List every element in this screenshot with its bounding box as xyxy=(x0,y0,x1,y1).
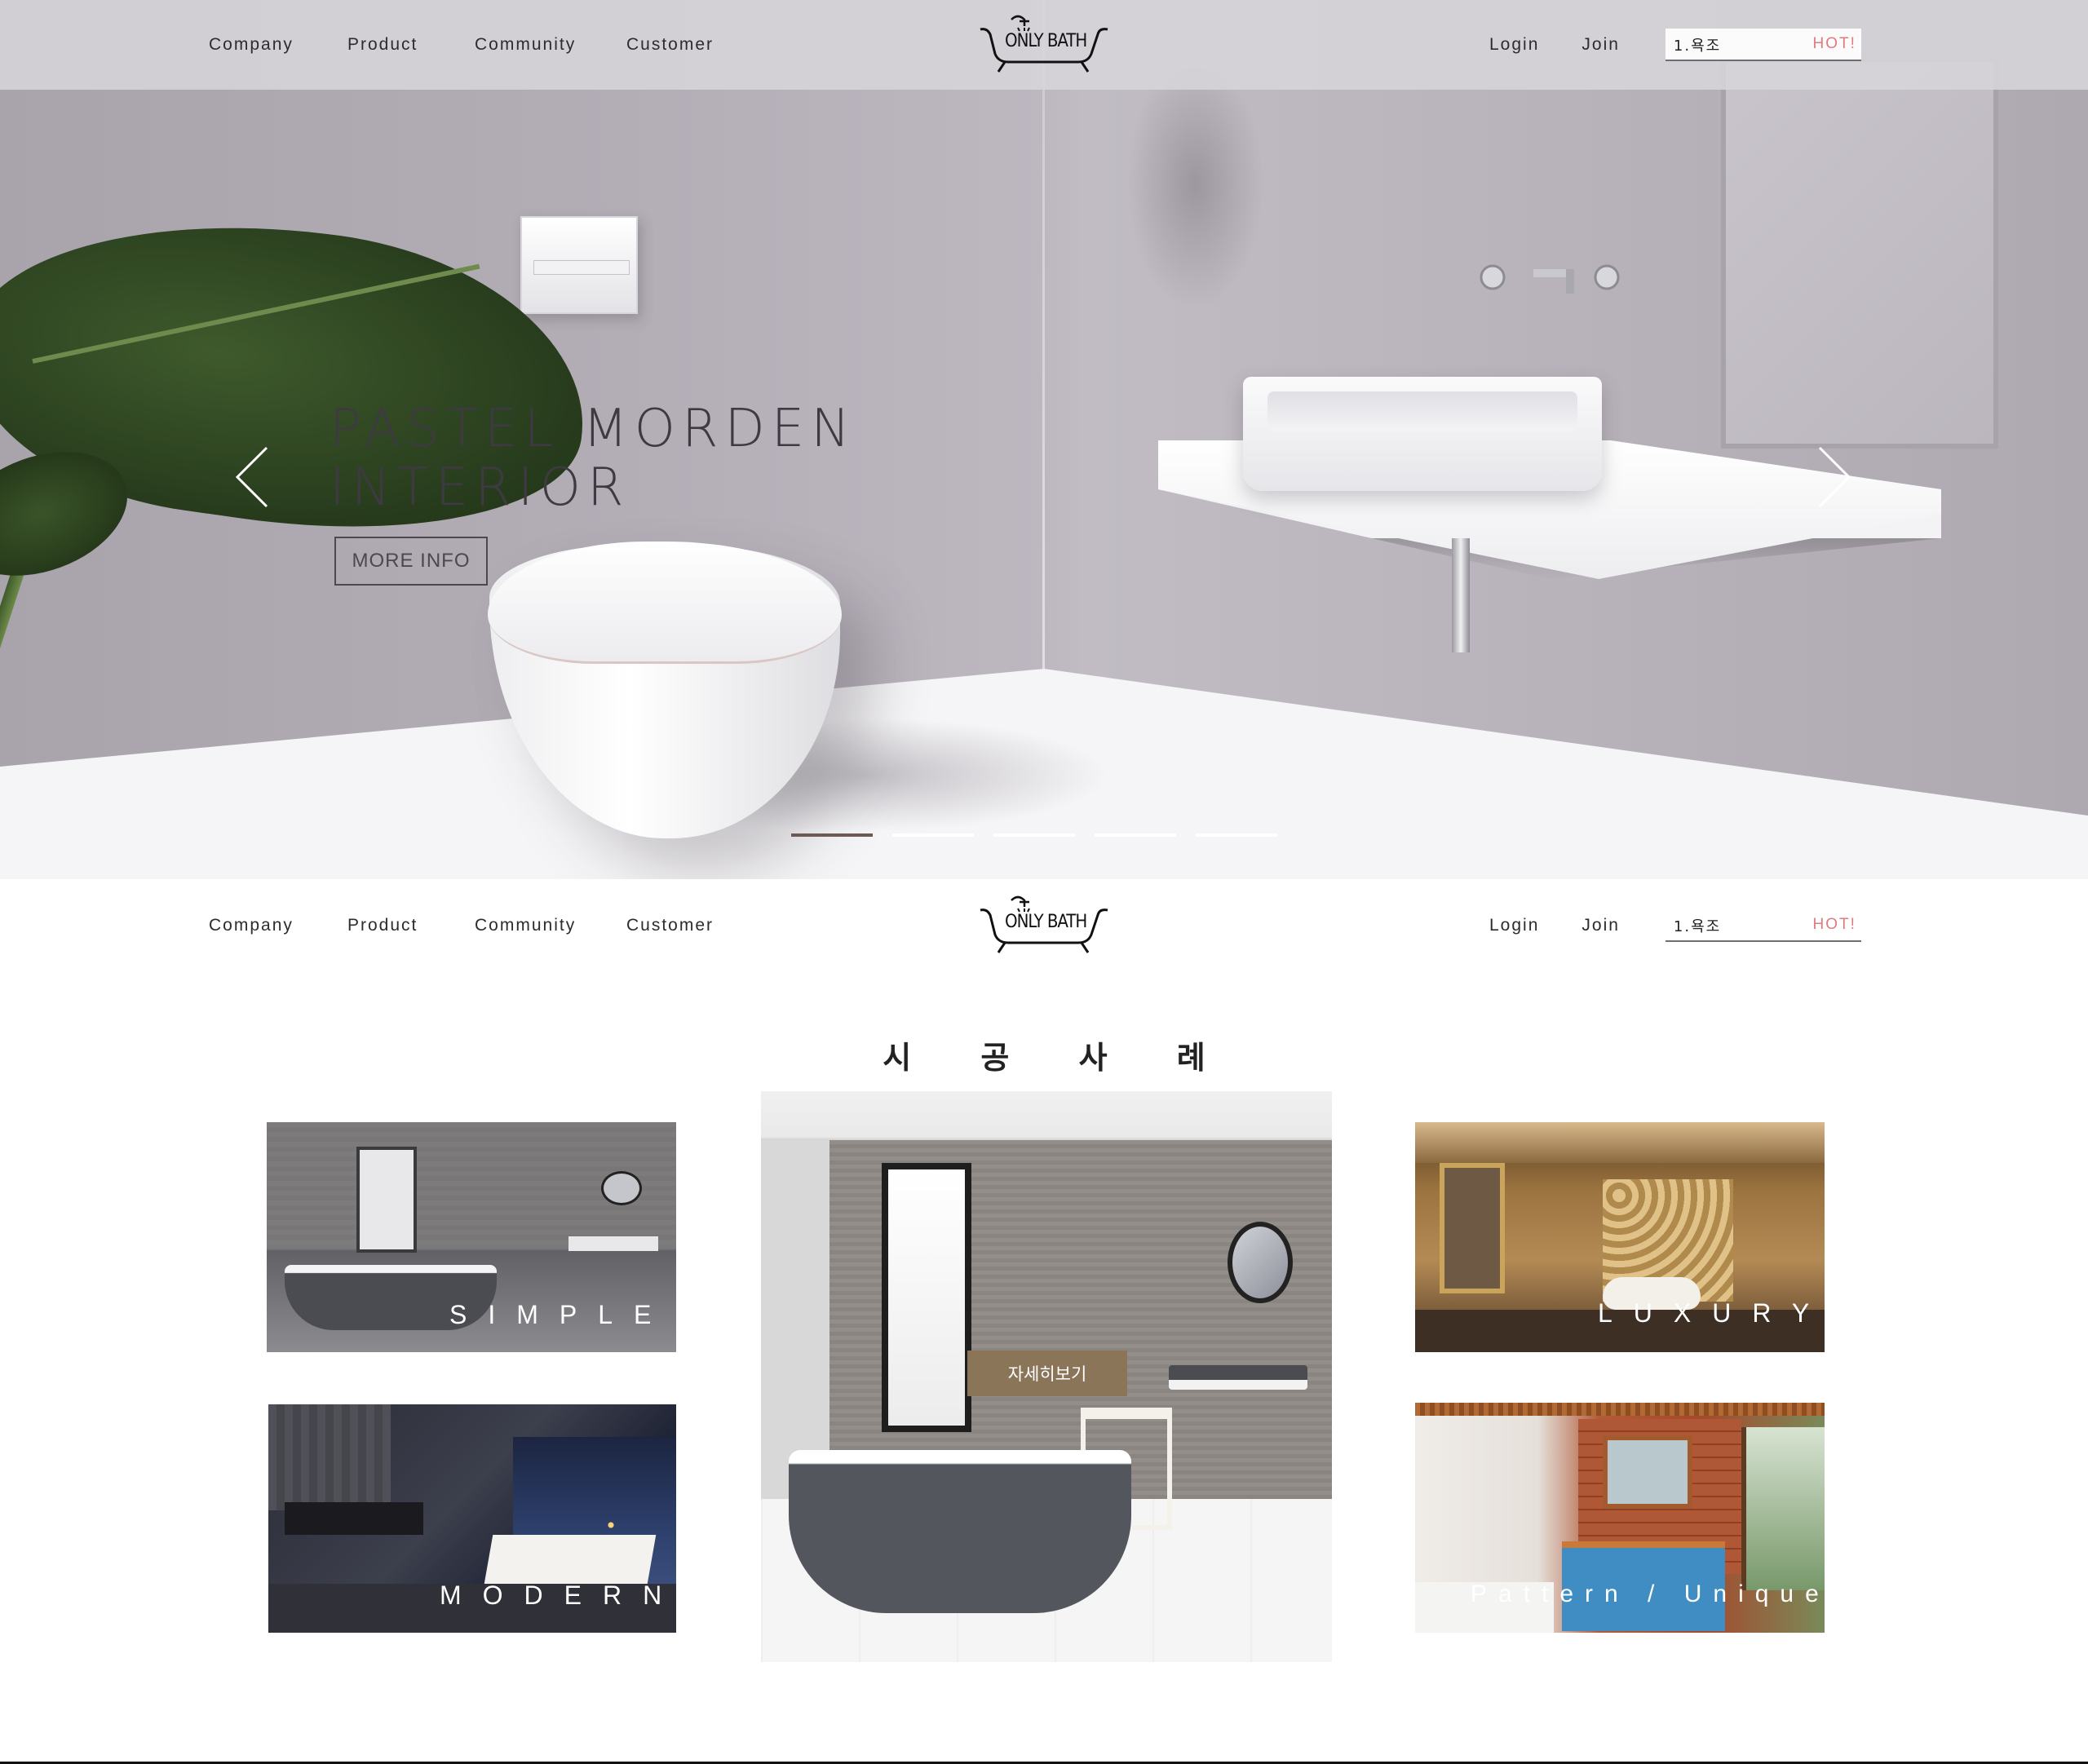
menu-company[interactable]: Company xyxy=(209,35,299,55)
menu-company[interactable]: Company xyxy=(209,916,299,935)
hero-shadow xyxy=(1126,57,1264,310)
card-mirror xyxy=(1228,1222,1293,1303)
hero-wall-corner xyxy=(1042,0,1045,669)
search-box[interactable]: HOT! xyxy=(1665,29,1861,61)
hero-headline: PASTEL MORDEN INTERIOR xyxy=(330,400,917,517)
main-menu: Company Product Community Customer xyxy=(209,0,763,90)
hero-headline-line2: INTERIOR xyxy=(330,458,630,518)
slider-dot-5[interactable] xyxy=(1196,833,1277,837)
menu-customer[interactable]: Customer xyxy=(626,35,714,55)
login-link[interactable]: Login xyxy=(1489,916,1539,935)
top-nav-plain: Company Product Community Customer ONLY … xyxy=(0,881,2088,970)
card-bathtub xyxy=(789,1450,1131,1613)
login-link[interactable]: Login xyxy=(1489,35,1539,55)
search-box[interactable]: HOT! xyxy=(1665,909,1861,942)
more-info-button[interactable]: MORE INFO xyxy=(334,537,488,586)
top-nav-overlay: Company Product Community Customer ONLY … xyxy=(0,0,2088,90)
card-window xyxy=(1741,1427,1825,1590)
hot-badge: HOT! xyxy=(1812,916,1856,933)
hot-badge: HOT! xyxy=(1812,35,1856,52)
card-sink xyxy=(568,1236,658,1251)
card-wall xyxy=(761,1140,1332,1499)
card-wall xyxy=(268,1404,391,1510)
case-card-modern[interactable]: MODERN xyxy=(268,1404,676,1633)
card-ceiling xyxy=(1415,1122,1825,1163)
hero-pipe xyxy=(1452,538,1470,652)
search-input[interactable] xyxy=(1673,35,1796,55)
card-window xyxy=(356,1147,417,1253)
case-card-featured[interactable]: 자세히보기 xyxy=(761,1091,1332,1662)
logo[interactable]: ONLY BATH xyxy=(975,11,1111,77)
menu-product[interactable]: Product xyxy=(347,916,426,935)
slider-indicators xyxy=(791,833,1277,837)
hero-flush-plate xyxy=(520,216,638,314)
card-label-simple: SIMPLE xyxy=(449,1300,673,1329)
card-bathtub xyxy=(484,1535,657,1584)
card-label-modern: MODERN xyxy=(440,1581,676,1610)
logo-text: ONLY BATH xyxy=(1005,31,1087,51)
hero-banner: PASTEL MORDEN INTERIOR MORE INFO xyxy=(0,0,2088,879)
logo-text: ONLY BATH xyxy=(1005,912,1087,932)
nav-right: Login Join HOT! xyxy=(1489,0,1861,90)
view-details-button[interactable]: 자세히보기 xyxy=(967,1351,1127,1396)
hero-headline-line1: PASTEL MORDEN xyxy=(330,399,857,459)
main-menu-plain: Company Product Community Customer xyxy=(209,881,763,970)
card-mirror xyxy=(1440,1163,1505,1293)
slider-dot-3[interactable] xyxy=(993,833,1075,837)
menu-community[interactable]: Community xyxy=(475,916,577,935)
hero-basin xyxy=(1243,377,1602,491)
logo[interactable]: ONLY BATH xyxy=(975,892,1111,957)
card-label-pattern: Pattern / Unique xyxy=(1471,1581,1825,1607)
join-link[interactable]: Join xyxy=(1581,916,1620,935)
card-label-luxury: LUXURY xyxy=(1598,1298,1825,1328)
slider-dot-2[interactable] xyxy=(892,833,974,837)
card-wall-left xyxy=(761,1140,829,1499)
join-link[interactable]: Join xyxy=(1581,35,1620,55)
slider-prev-arrow[interactable] xyxy=(228,444,277,510)
slider-next-arrow[interactable] xyxy=(1809,444,1858,510)
card-sink xyxy=(1169,1365,1307,1390)
case-card-luxury[interactable]: LUXURY xyxy=(1415,1122,1825,1352)
card-mirror xyxy=(601,1171,642,1205)
nav-right-plain: Login Join HOT! xyxy=(1489,881,1861,970)
cases-title: 시 공 사 례 xyxy=(883,1040,1235,1076)
menu-community[interactable]: Community xyxy=(475,35,577,55)
slider-dot-1[interactable] xyxy=(791,833,873,837)
chevron-right-icon xyxy=(1818,446,1851,508)
chevron-left-icon xyxy=(235,446,268,508)
slider-dot-4[interactable] xyxy=(1095,833,1176,837)
hero-faucet xyxy=(1480,264,1620,294)
search-input[interactable] xyxy=(1673,916,1796,935)
menu-product[interactable]: Product xyxy=(347,35,426,55)
card-ceiling xyxy=(1415,1403,1825,1416)
card-mirror xyxy=(1603,1435,1692,1509)
card-window xyxy=(882,1163,971,1432)
card-counter xyxy=(285,1502,423,1535)
menu-customer[interactable]: Customer xyxy=(626,916,714,935)
hero-mirror xyxy=(1721,57,1998,449)
case-card-pattern[interactable]: Pattern / Unique xyxy=(1415,1403,1825,1633)
case-card-simple[interactable]: SIMPLE xyxy=(267,1122,676,1352)
